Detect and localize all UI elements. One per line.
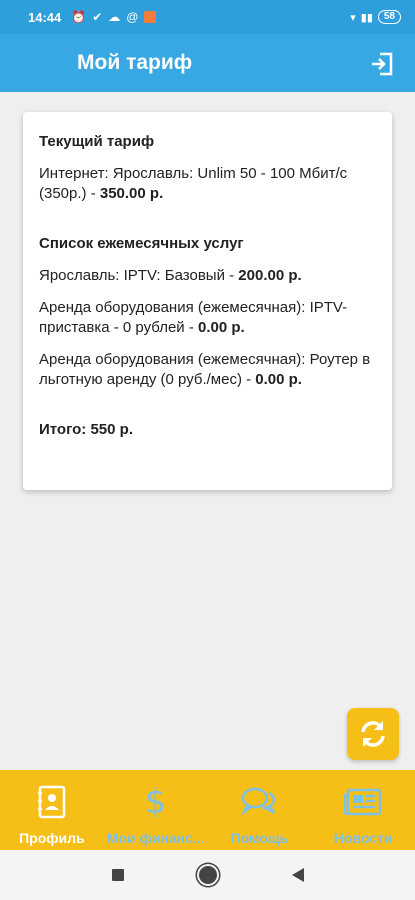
dollar-icon: $ [144, 782, 167, 822]
at-icon: @ [126, 10, 139, 24]
system-nav-bar [0, 850, 415, 900]
services-title: Список ежемесячных услуг [39, 235, 244, 252]
refresh-button[interactable] [347, 708, 399, 760]
wifi-icon: ▾ [350, 11, 356, 24]
nav-item-help[interactable]: Помощь [208, 770, 312, 850]
tariff-price: 350.00 р. [99, 185, 164, 202]
back-triangle-icon [291, 868, 304, 882]
bottom-nav: Профиль $ Мои финанс... Помощь Новости [0, 770, 415, 850]
circle-icon [198, 866, 217, 884]
service-price: 0.00 р. [198, 319, 245, 336]
service-item: Ярославль: IPTV: Базовый - 200.00 р. [39, 266, 376, 286]
status-bar: 14:44 ⏰ ✔ ☁ @ ▾ ▮▮ 58 [0, 0, 415, 34]
service-text: Аренда оборудования (ежемесячная): IPTV-… [39, 299, 348, 336]
tariff-card: Текущий тариф Интернет: Ярославль: Unlim… [23, 112, 392, 490]
current-tariff-title: Текущий тариф [39, 133, 155, 150]
square-icon [111, 869, 124, 881]
battery-icon: 58 [377, 10, 401, 24]
service-item: Аренда оборудования (ежемесячная): Роуте… [39, 350, 376, 390]
status-time: 14:44 [28, 9, 62, 25]
page-title: Мой тариф [77, 51, 193, 74]
cloud-icon: ☁ [108, 10, 121, 24]
logout-button[interactable] [367, 49, 397, 79]
service-price: 200.00 р. [238, 267, 302, 284]
nav-label: Профиль [19, 830, 85, 846]
nav-label: Помощь [230, 830, 289, 846]
tariff-line: Интернет: Ярославль: Unlim 50 - 100 Мбит… [39, 164, 376, 204]
service-price: 0.00 р. [255, 371, 302, 388]
nav-item-finances[interactable]: $ Мои финанс... [104, 770, 208, 850]
nav-label: Мои финанс... [106, 830, 205, 846]
total: Итого: 550 р. [39, 421, 133, 438]
nav-item-news[interactable]: Новости [311, 770, 415, 850]
back-button[interactable] [283, 860, 313, 890]
app-bar: Мой тариф [0, 34, 415, 92]
logout-icon [372, 52, 393, 76]
newspaper-icon [344, 784, 382, 820]
recents-button[interactable] [103, 860, 133, 890]
service-text: Ярославль: IPTV: Базовый - [39, 267, 239, 284]
nav-label: Новости [333, 830, 393, 846]
profile-icon [37, 784, 67, 820]
alarm-icon: ⏰ [71, 10, 87, 24]
check-icon: ✔ [92, 10, 103, 24]
service-item: Аренда оборудования (ежемесячная): IPTV-… [39, 298, 376, 338]
service-text: Аренда оборудования (ежемесячная): Роуте… [39, 351, 371, 388]
tariff-text: Интернет: Ярославль: Unlim 50 - 100 Мбит… [39, 165, 348, 202]
signal-icon: ▮▮ [360, 11, 373, 24]
refresh-icon [361, 721, 385, 747]
nav-item-profile[interactable]: Профиль [0, 770, 104, 850]
chat-icon [240, 784, 278, 820]
home-button[interactable] [193, 860, 223, 890]
app-notification-icon [144, 11, 157, 23]
